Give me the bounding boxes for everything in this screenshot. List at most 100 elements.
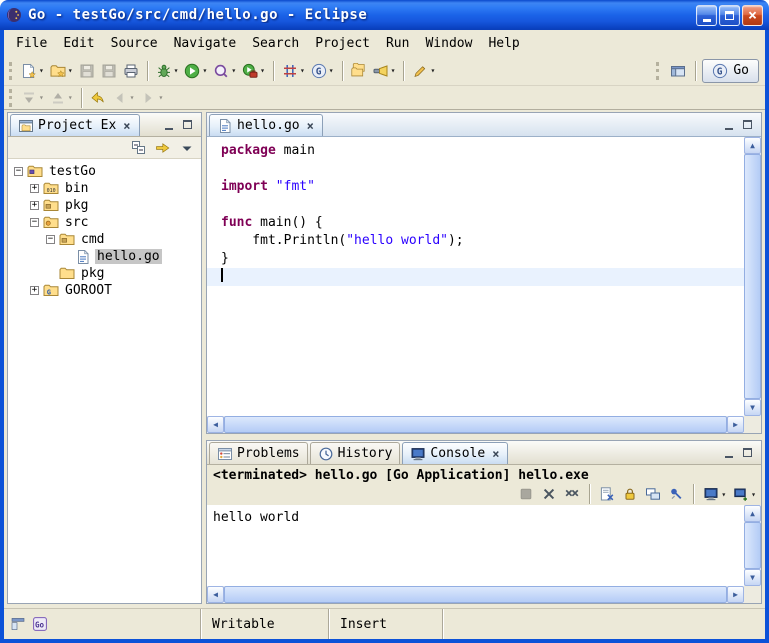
show-console-when-output-button[interactable] [642, 484, 664, 504]
previous-annotation-button[interactable]: ▾ [47, 86, 76, 110]
tree-item-testgo[interactable]: −testGo [8, 163, 201, 180]
collapse-icon[interactable]: − [30, 218, 39, 227]
minimize-view-button[interactable] [721, 445, 736, 460]
scroll-right-icon[interactable]: ▶ [727, 416, 744, 433]
scrollbar-track[interactable] [224, 416, 727, 433]
back-button[interactable]: ▾ [109, 86, 138, 110]
close-icon[interactable]: × [122, 119, 131, 133]
remove-all-launches-button[interactable] [561, 484, 583, 504]
next-annotation-button[interactable]: ▾ [18, 86, 47, 110]
open-perspective-button[interactable] [667, 59, 689, 83]
collapse-icon[interactable]: − [46, 235, 55, 244]
code-line[interactable] [207, 268, 744, 286]
tree-item-src[interactable]: −src [8, 214, 201, 231]
goclipse-grid-button[interactable]: ▾ [279, 59, 308, 83]
save-button[interactable] [76, 59, 98, 83]
go-perspective-button[interactable]: G Go [702, 59, 759, 83]
editor-horizontal-scrollbar[interactable]: ◀ ▶ [207, 416, 744, 433]
tree-item-hello-go[interactable]: hello.go [8, 248, 201, 265]
console-vertical-scrollbar[interactable]: ▲ ▼ [744, 505, 761, 586]
maximize-view-button[interactable] [180, 117, 195, 132]
code-line[interactable] [221, 196, 744, 214]
tab-console[interactable]: Console× [402, 442, 508, 464]
close-icon[interactable]: × [491, 447, 500, 461]
menu-search[interactable]: Search [244, 33, 307, 54]
minimize-button[interactable] [696, 5, 717, 26]
new-project-button[interactable]: ▾ [47, 59, 76, 83]
scroll-right-icon[interactable]: ▶ [727, 586, 744, 603]
debug-button[interactable]: ▾ [153, 59, 182, 83]
collapse-all-button[interactable] [128, 136, 150, 160]
scroll-down-icon[interactable]: ▼ [744, 569, 761, 586]
maximize-view-button[interactable] [740, 117, 755, 132]
mark-occurrences-button[interactable]: ▾ [409, 59, 438, 83]
tab-problems[interactable]: Problems [209, 442, 308, 464]
external-tools-button[interactable]: ▾ [239, 59, 268, 83]
open-console-button[interactable]: ▾ [730, 484, 759, 504]
scrollbar-thumb[interactable] [744, 154, 761, 399]
menu-run[interactable]: Run [378, 33, 417, 54]
menu-window[interactable]: Window [417, 33, 480, 54]
menu-help[interactable]: Help [480, 33, 527, 54]
tab-history[interactable]: History [310, 442, 401, 464]
link-with-editor-button[interactable] [152, 136, 174, 160]
close-button[interactable]: × [742, 5, 763, 26]
code-line[interactable]: } [221, 250, 744, 268]
expand-icon[interactable]: + [30, 201, 39, 210]
tab-project-explorer[interactable]: Project Ex × [10, 114, 140, 136]
tree-item-pkg[interactable]: +pkg [8, 197, 201, 214]
search-button[interactable]: ▾ [370, 59, 399, 83]
console-horizontal-scrollbar[interactable]: ◀ ▶ [207, 586, 744, 603]
scroll-up-icon[interactable]: ▲ [744, 505, 761, 522]
menu-project[interactable]: Project [307, 33, 378, 54]
maximize-view-button[interactable] [740, 445, 755, 460]
menu-navigate[interactable]: Navigate [166, 33, 245, 54]
menu-file[interactable]: File [8, 33, 55, 54]
minimize-view-button[interactable] [161, 117, 176, 132]
menu-edit[interactable]: Edit [55, 33, 102, 54]
editor-code[interactable]: package main import "fmt" func main() { fm… [207, 137, 744, 416]
tree-item-bin[interactable]: +010bin [8, 180, 201, 197]
code-line[interactable]: fmt.Println("hello world"); [221, 232, 744, 250]
collapse-icon[interactable]: − [14, 167, 23, 176]
print-button[interactable] [120, 59, 142, 83]
scroll-lock-button[interactable] [619, 484, 641, 504]
pin-console-button[interactable] [665, 484, 687, 504]
editor-vertical-scrollbar[interactable]: ▲ ▼ [744, 137, 761, 416]
save-all-button[interactable] [98, 59, 120, 83]
view-menu-button[interactable] [176, 136, 198, 160]
menu-source[interactable]: Source [103, 33, 166, 54]
scroll-down-icon[interactable]: ▼ [744, 399, 761, 416]
code-line[interactable] [221, 160, 744, 178]
minimize-view-button[interactable] [721, 117, 736, 132]
scrollbar-thumb[interactable] [224, 416, 727, 433]
trim-fastview-icon[interactable] [10, 616, 26, 632]
scrollbar-track[interactable] [744, 522, 761, 569]
console-output[interactable]: hello world [207, 505, 744, 586]
last-edit-location-button[interactable] [87, 86, 109, 110]
expand-icon[interactable]: + [30, 286, 39, 295]
profile-button[interactable]: ▾ [210, 59, 239, 83]
tree-item-cmd[interactable]: −cmd [8, 231, 201, 248]
new-wizard-button[interactable]: ▾ [18, 59, 47, 83]
code-line[interactable]: func main() { [221, 214, 744, 232]
close-icon[interactable]: × [306, 119, 315, 133]
scroll-up-icon[interactable]: ▲ [744, 137, 761, 154]
forward-button[interactable]: ▾ [137, 86, 166, 110]
code-line[interactable]: import "fmt" [221, 178, 744, 196]
go-wizard-button[interactable]: G▾ [308, 59, 337, 83]
scroll-left-icon[interactable]: ◀ [207, 416, 224, 433]
scrollbar-thumb[interactable] [224, 586, 727, 603]
title-bar[interactable]: Go - testGo/src/cmd/hello.go - Eclipse × [0, 0, 769, 30]
clear-console-button[interactable] [596, 484, 618, 504]
display-selected-console-button[interactable]: ▾ [700, 484, 729, 504]
open-resource-button[interactable] [348, 59, 370, 83]
run-button[interactable]: ▾ [181, 59, 210, 83]
scroll-left-icon[interactable]: ◀ [207, 586, 224, 603]
scrollbar-thumb[interactable] [744, 522, 761, 569]
trim-go-icon[interactable]: Go [32, 616, 48, 632]
scrollbar-track[interactable] [744, 154, 761, 399]
code-line[interactable]: package main [221, 142, 744, 160]
tree-item-pkg[interactable]: pkg [8, 265, 201, 282]
remove-launch-button[interactable] [538, 484, 560, 504]
